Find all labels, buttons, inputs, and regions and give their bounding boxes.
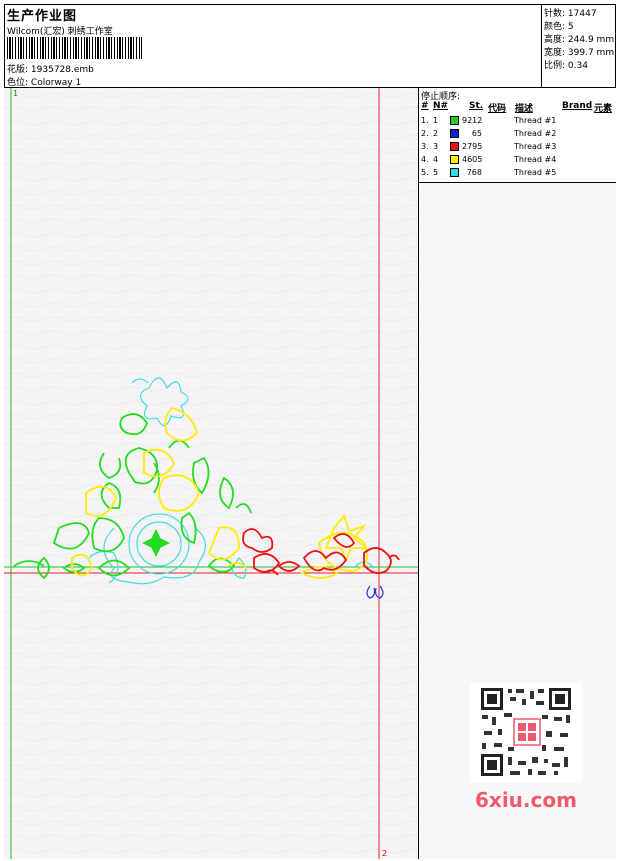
table-row[interactable]: 1. 1 9212 Thread #1 [419,116,616,128]
height-row: 高度: 244.9 mm [544,32,614,45]
qr-code [470,683,582,783]
col-element: 元素 [594,104,613,114]
stat-label: 高度: [544,35,566,45]
col-brand: Brand [562,101,593,111]
row-n: 2 [433,129,439,138]
row-n: 4 [433,155,439,164]
colorway-label: 色位: [7,78,29,88]
row-code: 2795 [462,142,483,151]
stat-label: 颜色: [544,22,566,32]
stats-panel: 针数: 17447 颜色: 5 高度: 244.9 mm 宽度: 399.7 m… [542,4,616,88]
design-file-row: 花版: 1935728.emb [7,62,94,75]
start-marker: 1 [13,89,18,98]
header-panel: 生产作业图 Wilcom(汇宏) 刺绣工作室 花版: 1935728.emb 色… [4,4,542,88]
row-code: 4605 [462,155,483,164]
scale-row: 比例: 0.34 [544,58,588,71]
table-row[interactable]: 2. 2 65 Thread #2 [419,129,616,141]
row-index: 3. [421,142,429,151]
row-desc: Thread #2 [514,129,557,138]
row-desc: Thread #5 [514,168,557,177]
design-label: 花版: [7,65,29,75]
colorway-name: Colorway 1 [30,78,82,88]
col-code: 代码 [488,104,507,114]
stat-value: 17447 [567,9,597,19]
row-code: 768 [466,168,482,177]
table-row[interactable]: 3. 3 2795 Thread #3 [419,142,616,154]
stat-label: 针数: [544,9,566,19]
row-n: 3 [433,142,439,151]
stat-value: 244.9 mm [567,35,615,45]
color-swatch [450,168,459,177]
watermark: 6xiu.com [475,788,577,812]
row-index: 2. [421,129,429,138]
table-row[interactable]: 4. 4 4605 Thread #4 [419,155,616,167]
row-desc: Thread #1 [514,116,557,125]
col-st: St. [469,101,484,111]
embroidery-preview: 1 2 [4,88,418,859]
col-n: N# [433,101,449,111]
barcode [7,37,142,59]
page-title: 生产作业图 [7,9,78,24]
color-swatch [450,129,459,138]
stat-value: 0.34 [567,61,588,71]
row-code: 9212 [462,116,483,125]
table-header: # N# St. 代码 描述 Brand 元素 [419,101,616,114]
row-index: 1. [421,116,429,125]
row-index: 5. [421,168,429,177]
row-index: 4. [421,155,429,164]
end-marker: 2 [382,849,387,858]
studio-name: Wilcom(汇宏) 刺绣工作室 [7,27,113,37]
stitch-count-row: 针数: 17447 [544,6,597,19]
table-row[interactable]: 5. 5 768 Thread #5 [419,168,616,180]
col-index: # [421,101,429,111]
row-n: 1 [433,116,439,125]
color-swatch [450,155,459,164]
stat-label: 比例: [544,61,566,71]
row-n: 5 [433,168,439,177]
color-swatch [450,142,459,151]
row-code: 65 [471,129,482,138]
colorway-row: 色位: Colorway 1 [7,75,81,88]
col-desc: 描述 [515,104,534,114]
color-swatch [450,116,459,125]
color-count-row: 颜色: 5 [544,19,574,32]
stat-value: 399.7 mm [567,48,615,58]
design-file-name: 1935728.emb [30,65,94,75]
stat-label: 宽度: [544,48,566,58]
fabric-texture [4,88,418,859]
stat-value: 5 [567,22,574,32]
row-desc: Thread #3 [514,142,557,151]
design-canvas[interactable]: 1 2 [4,88,419,859]
qr-code-icon [480,687,572,777]
stop-sequence-table: 停止顺序: # N# St. 代码 描述 Brand 元素 1. 1 9212 … [419,88,616,183]
row-desc: Thread #4 [514,155,557,164]
width-row: 宽度: 399.7 mm [544,45,614,58]
